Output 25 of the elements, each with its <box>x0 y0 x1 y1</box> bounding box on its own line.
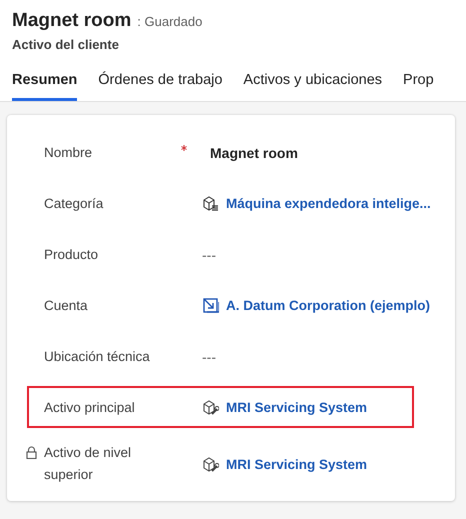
field-label: Ubicación técnica <box>44 348 151 366</box>
lookup-link[interactable]: A. Datum Corporation (ejemplo) <box>226 298 430 313</box>
field-label: Categoría <box>44 194 104 213</box>
record-title: Magnet room <box>12 10 132 32</box>
tab[interactable]: Resumen <box>12 64 78 101</box>
box-wrench-icon <box>202 399 219 416</box>
field-label: Nombre <box>44 144 94 162</box>
lookup-link[interactable]: MRI Servicing System <box>226 456 368 472</box>
tab[interactable]: Activos y ubicaciones <box>243 64 382 101</box>
empty-value: --- <box>202 348 216 364</box>
tab[interactable]: Órdenes de trabajo <box>98 64 222 101</box>
box-wrench-icon <box>202 456 219 472</box>
field-label: Activo de nivel superior <box>44 444 132 484</box>
tab[interactable]: Prop <box>403 64 434 101</box>
record-type: Activo del cliente <box>12 37 120 52</box>
field-label: Producto <box>44 246 100 264</box>
account-icon <box>202 297 219 314</box>
save-status: : Guardado <box>137 14 202 29</box>
lookup-link[interactable]: Máquina expendedora intelige... <box>226 196 431 211</box>
field-label: Activo principal <box>44 398 136 417</box>
field-label: Cuenta <box>44 296 89 314</box>
lookup-link[interactable]: MRI Servicing System <box>226 400 368 415</box>
box-list-icon <box>202 195 219 212</box>
empty-value: --- <box>202 246 216 262</box>
field-value: Magnet room <box>210 144 298 160</box>
